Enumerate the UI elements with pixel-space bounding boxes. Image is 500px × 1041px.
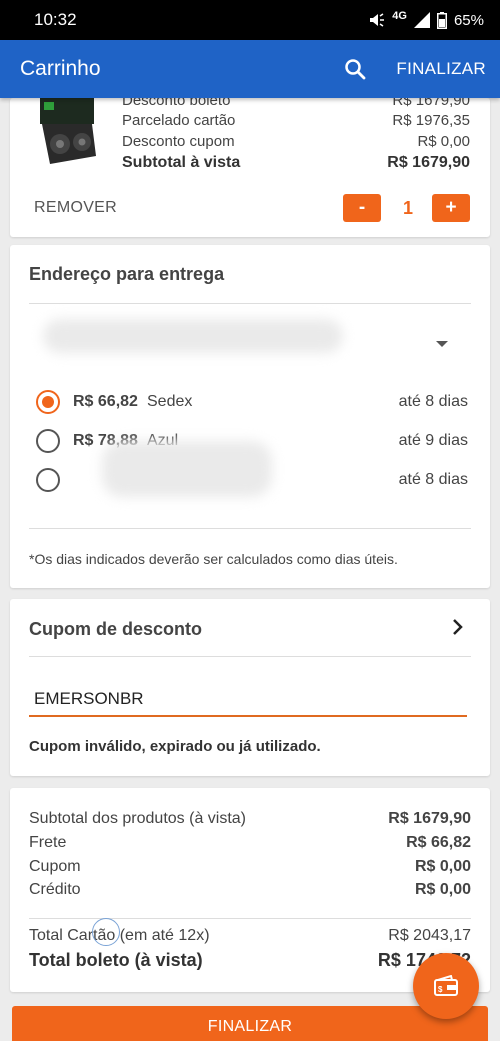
- status-icons: 4G 65%: [369, 10, 484, 29]
- shipping-days: até 8 dias: [398, 393, 468, 410]
- shipping-days: até 8 dias: [398, 471, 468, 488]
- search-icon[interactable]: [340, 54, 370, 84]
- row-label: Subtotal dos produtos (à vista): [29, 810, 247, 827]
- summary-row: Subtotal dos produtos (à vista) R$ 1679,…: [29, 810, 471, 828]
- status-time: 10:32: [34, 10, 77, 29]
- remove-button[interactable]: REMOVER: [34, 199, 117, 217]
- summary-row: Crédito R$ 0,00: [29, 881, 471, 899]
- touch-indicator: [92, 918, 120, 946]
- row-label: Cupom: [29, 858, 81, 875]
- row-value: R$ 1679,90: [392, 98, 470, 109]
- row-value: R$ 1679,90: [388, 810, 471, 827]
- row-label: Crédito: [29, 881, 81, 898]
- coupon-card: Cupom de desconto Cupom inválido, expira…: [10, 599, 490, 776]
- address-title: Endereço para entrega: [29, 264, 225, 284]
- battery-percent: 65%: [453, 11, 484, 29]
- wallet-icon: $: [434, 975, 458, 996]
- divider: [29, 656, 471, 657]
- product-image: [40, 98, 96, 164]
- product-row: Desconto boleto R$ 1679,90: [122, 98, 470, 109]
- row-value: R$ 2043,17: [388, 927, 471, 944]
- finalize-button[interactable]: FINALIZAR: [12, 1006, 488, 1041]
- row-label: Frete: [29, 834, 67, 851]
- address-card: Endereço para entrega R$ 66,82 Sedex até…: [10, 245, 490, 588]
- address-select[interactable]: [29, 311, 471, 371]
- chevron-right-icon[interactable]: [448, 617, 468, 637]
- row-label: Total boleto (à vista): [29, 950, 203, 970]
- redacted-shipping: [102, 441, 272, 497]
- shipping-radio-sedex[interactable]: [36, 390, 60, 414]
- row-value: R$ 1976,35: [392, 112, 470, 129]
- total-boleto-row: Total boleto (à vista) R$ 1746,72: [29, 950, 471, 971]
- row-label: Desconto boleto: [122, 98, 231, 109]
- product-row: Desconto cupom R$ 0,00: [122, 133, 470, 150]
- coupon-error-message: Cupom inválido, expirado ou já utilizado…: [29, 738, 321, 755]
- row-value: R$ 0,00: [414, 881, 471, 898]
- shipping-price: R$ 66,82: [73, 393, 138, 410]
- network-type: 4G: [392, 10, 407, 22]
- finalize-top-button[interactable]: FINALIZAR: [396, 59, 486, 79]
- shipping-name: Sedex: [147, 393, 193, 410]
- battery-icon: [436, 11, 447, 29]
- summary-row: Cupom R$ 0,00: [29, 858, 471, 876]
- wallet-fab-button[interactable]: $: [413, 953, 479, 1019]
- product-row: Parcelado cartão R$ 1976,35: [122, 112, 470, 129]
- row-label: Desconto cupom: [122, 133, 235, 150]
- status-bar: 10:32 4G 65%: [0, 0, 500, 40]
- divider: [29, 303, 471, 304]
- row-value: R$ 1679,90: [387, 154, 470, 171]
- summary-card: Subtotal dos produtos (à vista) R$ 1679,…: [10, 788, 490, 992]
- svg-text:$: $: [438, 985, 443, 994]
- row-value: R$ 66,82: [406, 834, 471, 851]
- row-label: Subtotal à vista: [122, 154, 241, 171]
- coupon-input[interactable]: [29, 683, 467, 717]
- coupon-title: Cupom de desconto: [29, 619, 203, 639]
- decrement-button[interactable]: -: [343, 194, 381, 222]
- shipping-radio-other[interactable]: [36, 468, 60, 492]
- signal-icon: [413, 12, 430, 28]
- divider: [29, 918, 471, 919]
- quantity-value: 1: [402, 198, 413, 218]
- redacted-address: [43, 319, 343, 353]
- summary-row: Frete R$ 66,82: [29, 834, 471, 852]
- app-bar: Carrinho FINALIZAR: [0, 40, 500, 98]
- shipping-note: *Os dias indicados deverão ser calculado…: [29, 551, 398, 567]
- shipping-radio-azul[interactable]: [36, 429, 60, 453]
- shipping-days: até 9 dias: [398, 432, 468, 449]
- row-value: R$ 0,00: [414, 858, 471, 875]
- page-title: Carrinho: [20, 57, 101, 80]
- row-label: Parcelado cartão: [122, 112, 236, 129]
- increment-button[interactable]: +: [432, 194, 470, 222]
- product-card: Desconto boleto R$ 1679,90 Parcelado car…: [10, 98, 490, 237]
- row-value: R$ 0,00: [417, 133, 470, 150]
- notification-icon: [370, 13, 385, 27]
- divider: [29, 528, 471, 529]
- dropdown-arrow-icon: [436, 341, 448, 347]
- product-subtotal-row: Subtotal à vista R$ 1679,90: [122, 154, 470, 172]
